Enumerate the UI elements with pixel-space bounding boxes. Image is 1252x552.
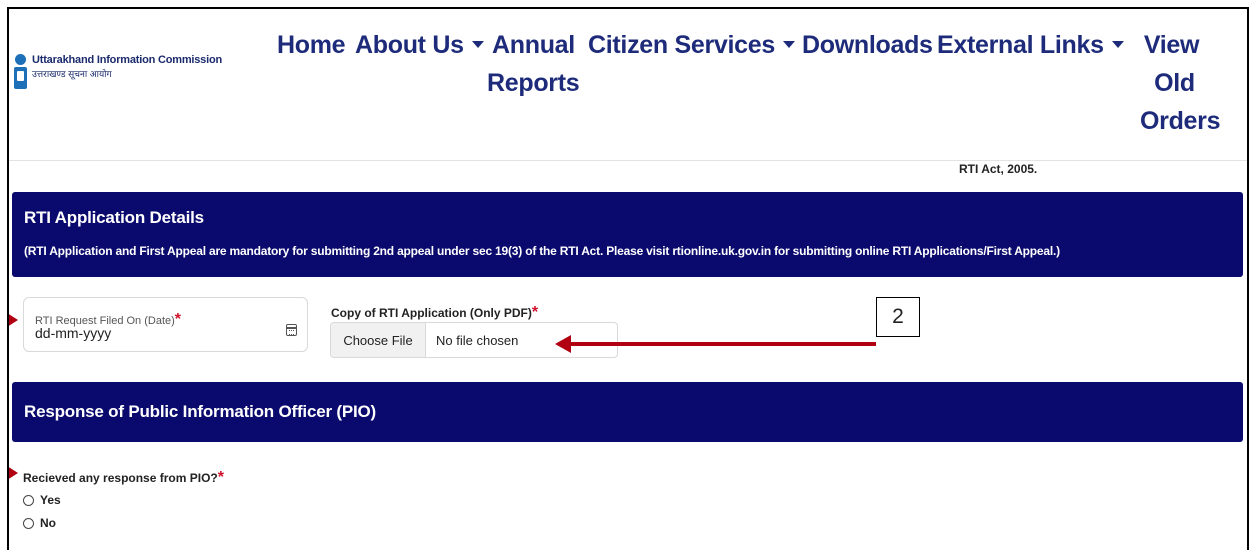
- nav-citizen-services-label: Citizen Services: [588, 31, 775, 59]
- file-field-label-text: Copy of RTI Application (Only PDF): [331, 306, 532, 320]
- rti-request-date-field[interactable]: RTI Request Filed On (Date)* dd-mm-yyyy: [23, 297, 308, 352]
- required-mark: *: [217, 469, 224, 486]
- chevron-down-icon: [1111, 40, 1124, 48]
- radio-button[interactable]: [23, 517, 34, 529]
- file-status-text: No file chosen: [436, 332, 519, 348]
- nav-view-line3: Orders: [1140, 107, 1221, 135]
- nav-about-us-label: About Us: [355, 31, 464, 59]
- nav-annual-reports[interactable]: Annual Reports: [487, 27, 580, 101]
- rti-details-title: RTI Application Details: [24, 208, 204, 227]
- chevron-down-icon: [782, 40, 795, 48]
- required-mark: *: [174, 311, 182, 328]
- page-frame: Uttarakhand Information Commission उत्तर…: [7, 7, 1249, 550]
- nav-view-line2: Old: [1154, 69, 1195, 97]
- nav-annual-line1: Annual: [492, 31, 575, 59]
- file-field-label: Copy of RTI Application (Only PDF)*: [331, 304, 538, 322]
- annotation-arrow-left-icon: [9, 313, 18, 327]
- nav-citizen-services[interactable]: Citizen Services: [588, 27, 795, 63]
- logo-subtitle: उत्तराखण्ड सूचना आयोग: [32, 69, 112, 79]
- nav-annual-line2: Reports: [487, 69, 580, 97]
- act-reference: RTI Act, 2005.: [959, 162, 1038, 176]
- annotation-arrow-line: [569, 342, 876, 346]
- pio-question-text: Recieved any response from PIO?: [23, 471, 218, 485]
- logo-title: Uttarakhand Information Commission: [32, 54, 222, 66]
- nav-home[interactable]: Home: [277, 27, 346, 63]
- radio-option-no[interactable]: No: [23, 516, 56, 530]
- nav-downloads[interactable]: Downloads: [802, 27, 933, 63]
- date-field-value[interactable]: dd-mm-yyyy: [35, 325, 111, 341]
- radio-label-no: No: [40, 516, 56, 530]
- chevron-down-icon: [471, 40, 484, 48]
- radio-label-yes: Yes: [40, 493, 61, 507]
- annotation-callout: 2: [876, 297, 920, 337]
- radio-button[interactable]: [23, 494, 34, 506]
- rti-details-note: (RTI Application and First Appeal are ma…: [24, 244, 1060, 258]
- annotation-arrow-left-icon: [9, 466, 18, 480]
- site-logo[interactable]: Uttarakhand Information Commission उत्तर…: [14, 54, 222, 90]
- nav-external-links-label: External Links: [937, 31, 1104, 59]
- required-mark: *: [531, 304, 539, 321]
- nav-external-links[interactable]: External Links: [937, 27, 1124, 63]
- rti-application-file-input[interactable]: Choose File No file chosen: [330, 322, 618, 358]
- pio-response-panel: Response of Public Information Officer (…: [12, 382, 1243, 442]
- calendar-icon[interactable]: [286, 324, 297, 336]
- nav-about-us[interactable]: About Us: [355, 27, 484, 63]
- rti-details-panel: RTI Application Details (RTI Application…: [12, 192, 1243, 277]
- pio-question-label: Recieved any response from PIO?*: [23, 469, 224, 487]
- info-person-icon: [14, 54, 28, 90]
- nav-view-line1: View: [1143, 31, 1200, 59]
- nav-view-old-orders[interactable]: View Old Orders: [1140, 27, 1221, 139]
- choose-file-button[interactable]: Choose File: [331, 323, 426, 357]
- site-header: Uttarakhand Information Commission उत्तर…: [9, 9, 1247, 161]
- pio-response-title: Response of Public Information Officer (…: [24, 402, 377, 421]
- annotation-arrow-head-icon: [555, 335, 571, 353]
- radio-option-yes[interactable]: Yes: [23, 493, 61, 507]
